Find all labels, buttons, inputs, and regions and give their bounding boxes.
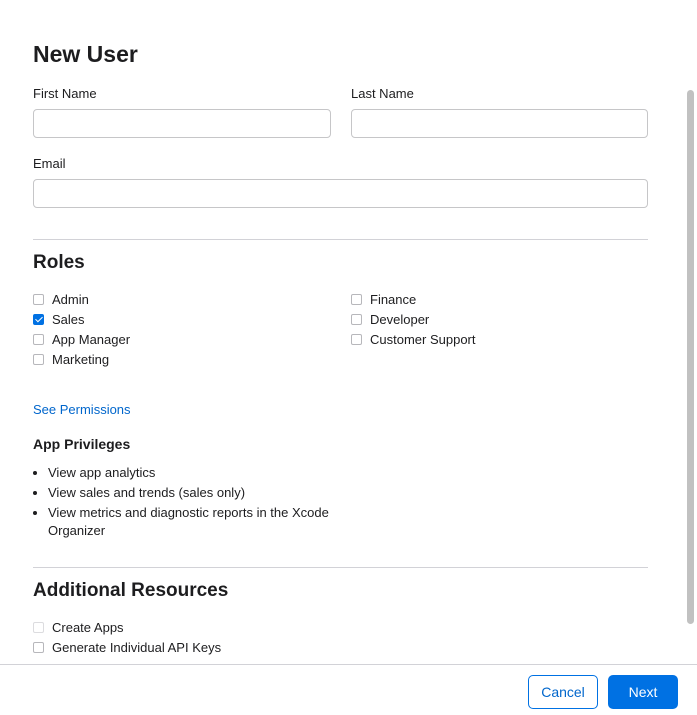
role-checkbox-marketing[interactable]: Marketing	[33, 350, 109, 368]
resource-checkbox-generate-api-keys[interactable]: Generate Individual API Keys	[33, 638, 221, 656]
checkbox-icon[interactable]	[33, 293, 44, 305]
dialog-content: New User First Name Last Name Email Role…	[33, 0, 648, 664]
role-label: Customer Support	[370, 331, 476, 347]
list-item: View app analytics	[48, 464, 338, 482]
role-checkbox-app-manager[interactable]: App Manager	[33, 330, 130, 348]
role-label: Finance	[370, 291, 417, 307]
divider	[33, 239, 648, 240]
checkbox-icon[interactable]	[351, 313, 362, 325]
dialog-footer: Cancel Next	[0, 664, 697, 715]
cancel-button[interactable]: Cancel	[528, 675, 598, 709]
email-label: Email	[33, 156, 66, 171]
checkbox-icon[interactable]	[33, 641, 44, 653]
scrollbar-thumb[interactable]	[687, 90, 694, 624]
checkbox-icon[interactable]	[351, 293, 362, 305]
role-label: Admin	[52, 291, 89, 307]
checkbox-icon[interactable]	[351, 333, 362, 345]
roles-heading: Roles	[33, 252, 85, 273]
first-name-label: First Name	[33, 86, 97, 101]
divider	[33, 567, 648, 568]
next-button[interactable]: Next	[608, 675, 678, 709]
checkbox-icon[interactable]	[33, 333, 44, 345]
role-label: Developer	[370, 311, 430, 327]
last-name-label: Last Name	[351, 86, 414, 101]
checkbox-icon[interactable]	[33, 621, 44, 633]
checkbox-checked-icon[interactable]	[33, 313, 44, 325]
resource-checkbox-create-apps[interactable]: Create Apps	[33, 618, 124, 636]
resource-label: Create Apps	[52, 619, 124, 635]
resource-label: Generate Individual API Keys	[52, 639, 222, 655]
list-item: View metrics and diagnostic reports in t…	[48, 504, 338, 540]
checkbox-icon[interactable]	[33, 353, 44, 365]
additional-resources-heading: Additional Resources	[33, 580, 229, 601]
role-label: Marketing	[52, 351, 110, 367]
email-field[interactable]	[33, 179, 648, 208]
app-privileges-heading: App Privileges	[33, 436, 131, 452]
role-checkbox-finance[interactable]: Finance	[351, 290, 416, 308]
first-name-field[interactable]	[33, 109, 331, 138]
role-checkbox-customer-support[interactable]: Customer Support	[351, 330, 476, 348]
new-user-dialog: New User First Name Last Name Email Role…	[0, 0, 697, 715]
role-checkbox-sales[interactable]: Sales	[33, 310, 85, 328]
role-label: App Manager	[52, 331, 131, 347]
page-title: New User	[33, 41, 138, 67]
role-checkbox-admin[interactable]: Admin	[33, 290, 89, 308]
role-label: Sales	[52, 311, 85, 327]
scrollbar[interactable]	[683, 88, 697, 664]
role-checkbox-developer[interactable]: Developer	[351, 310, 429, 328]
see-permissions-link[interactable]: See Permissions	[33, 402, 131, 418]
privileges-list: View app analytics View sales and trends…	[33, 464, 338, 542]
list-item: View sales and trends (sales only)	[48, 484, 338, 502]
last-name-field[interactable]	[351, 109, 648, 138]
